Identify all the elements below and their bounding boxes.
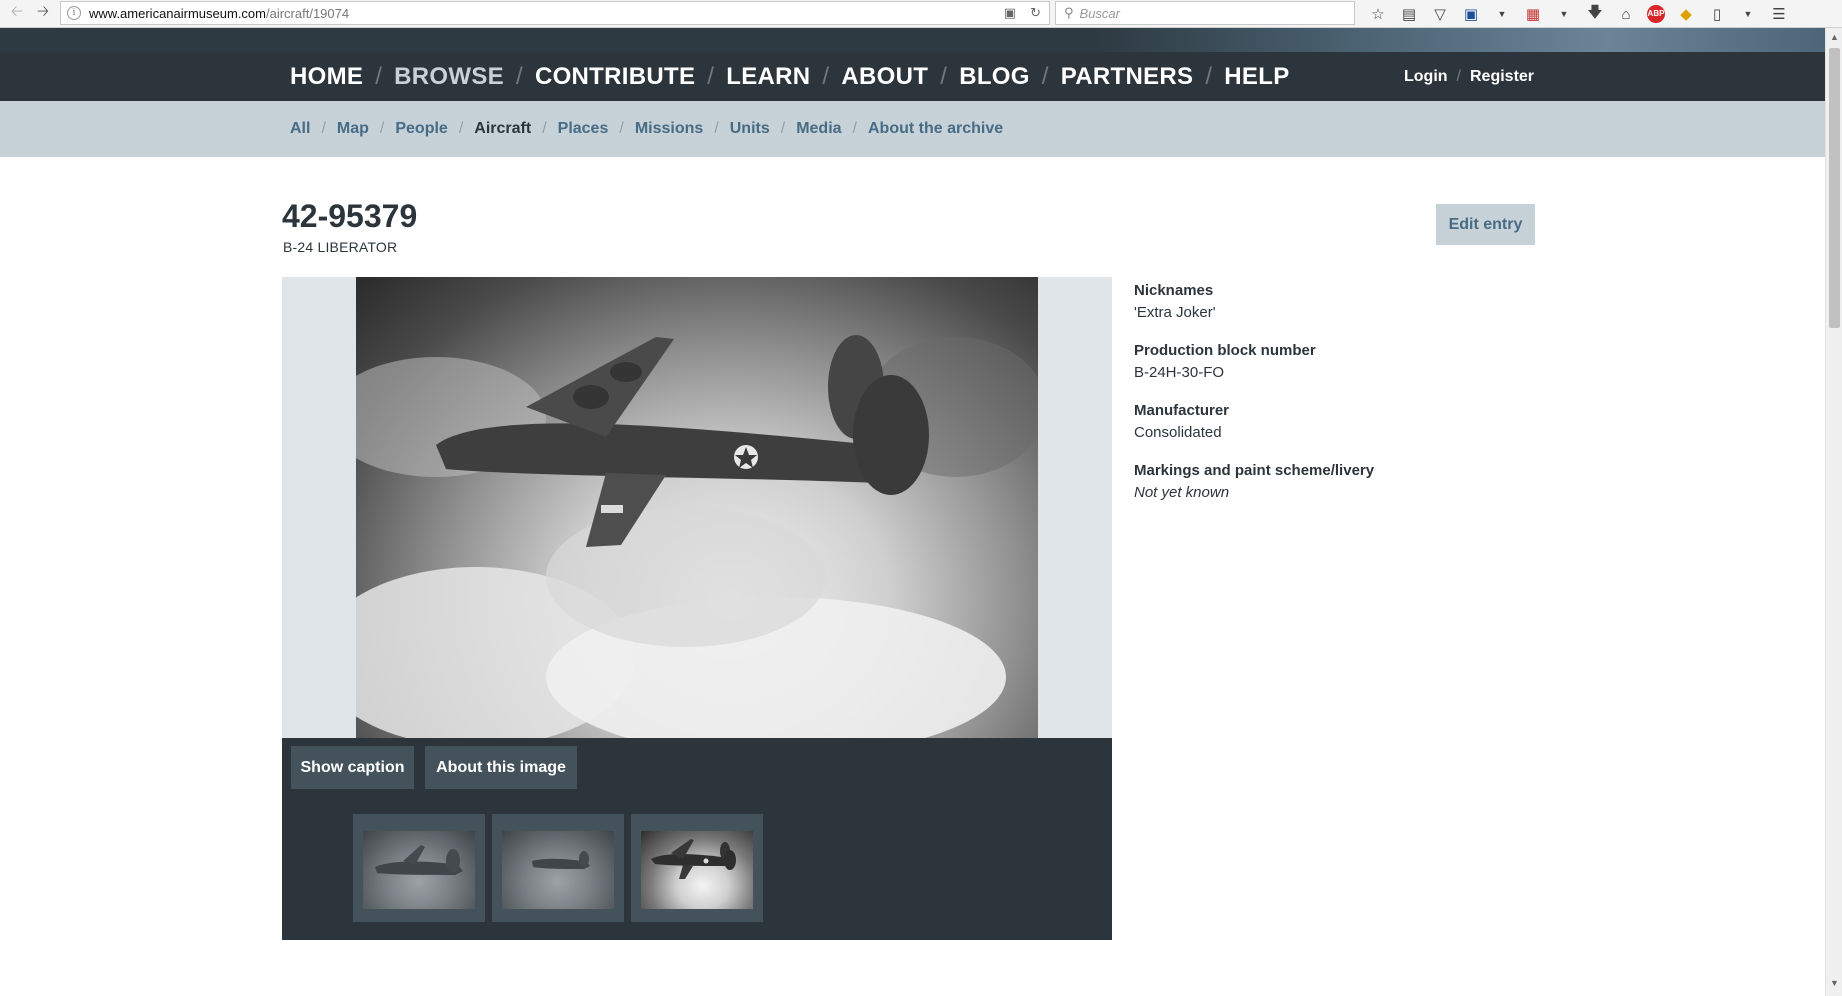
reader-view-icon[interactable]: ▣	[1004, 5, 1016, 21]
nav-home[interactable]: HOME	[290, 63, 363, 91]
forward-arrow-icon[interactable]: 🡢	[32, 3, 54, 25]
browser-toolbar: 🡠 🡢 i www.americanairmuseum.com/aircraft…	[0, 0, 1842, 28]
account-links: Login / Register	[1404, 52, 1534, 101]
home-icon[interactable]: ⌂	[1616, 6, 1636, 23]
dropdown-icon[interactable]: ▼	[1738, 9, 1758, 19]
subnav-separator: /	[780, 120, 786, 137]
nav-browse[interactable]: BROWSE	[394, 63, 504, 91]
download-icon[interactable]: 🡇	[1585, 2, 1605, 27]
detail-value-production-block: B-24H-30-FO	[1134, 364, 1225, 381]
main-menu: HOME / BROWSE / CONTRIBUTE / LEARN / ABO…	[290, 52, 1290, 101]
page-scrollbar[interactable]: ▲ ▼	[1825, 28, 1842, 996]
search-icon: ⚲	[1064, 5, 1074, 20]
reload-icon[interactable]: ↻	[1030, 5, 1041, 21]
nav-separator: /	[1205, 62, 1213, 90]
menu-icon[interactable]: ☰	[1769, 5, 1789, 23]
subnav-separator: /	[321, 120, 326, 137]
nav-about[interactable]: ABOUT	[841, 63, 928, 91]
nav-separator: /	[707, 62, 715, 90]
subnav-all[interactable]: All	[290, 120, 310, 138]
subnav-separator: /	[458, 120, 464, 137]
search-field[interactable]: ⚲ Buscar	[1055, 1, 1355, 25]
edit-entry-button[interactable]: Edit entry	[1436, 204, 1535, 245]
reading-list-icon[interactable]: ▤	[1399, 5, 1419, 23]
page-title: 42-95379	[282, 198, 418, 234]
gallery-thumbnail[interactable]	[353, 814, 485, 922]
detail-value-manufacturer: Consolidated	[1134, 424, 1222, 441]
nav-help[interactable]: HELP	[1224, 63, 1289, 91]
register-link[interactable]: Register	[1470, 68, 1534, 86]
thumbnail-image	[363, 831, 475, 909]
extension-icon[interactable]: ◆	[1676, 5, 1696, 23]
sub-nav-items: All / Map / People / Aircraft / Places /…	[290, 101, 1003, 157]
nav-separator: /	[375, 62, 383, 90]
clipboard-icon[interactable]: ▯	[1707, 5, 1727, 23]
thumbnail-image	[641, 831, 753, 909]
subnav-about-archive[interactable]: About the archive	[868, 120, 1003, 138]
pdf-icon[interactable]: ▦	[1523, 5, 1543, 23]
back-arrow-icon[interactable]: 🡠	[6, 3, 28, 25]
scroll-down-icon[interactable]: ▼	[1830, 978, 1839, 988]
about-image-button[interactable]: About this image	[425, 746, 577, 789]
nav-separator: /	[940, 62, 948, 90]
nav-learn[interactable]: LEARN	[726, 63, 810, 91]
subnav-places[interactable]: Places	[558, 120, 609, 138]
nav-separator: /	[822, 62, 830, 90]
dropdown-icon[interactable]: ▼	[1554, 9, 1574, 19]
aircraft-type: B-24 LIBERATOR	[283, 239, 398, 255]
account-separator: /	[1456, 67, 1461, 85]
subnav-units[interactable]: Units	[730, 120, 770, 138]
dropdown-icon[interactable]: ▼	[1492, 9, 1512, 19]
subnav-aircraft[interactable]: Aircraft	[474, 120, 531, 138]
pocket-icon[interactable]: ▽	[1430, 5, 1450, 23]
detail-label-nicknames: Nicknames	[1134, 282, 1214, 299]
site-banner	[0, 28, 1825, 52]
scrollbar-thumb[interactable]	[1829, 48, 1840, 328]
thumbnail-image	[502, 831, 614, 909]
login-link[interactable]: Login	[1404, 68, 1448, 86]
detail-value-markings: Not yet known	[1134, 484, 1230, 501]
nav-contribute[interactable]: CONTRIBUTE	[535, 63, 695, 91]
subnav-media[interactable]: Media	[796, 120, 841, 138]
aircraft-photo-illustration	[356, 335, 1038, 738]
subnav-people[interactable]: People	[395, 120, 447, 138]
info-icon[interactable]: i	[67, 6, 81, 20]
detail-label-production-block: Production block number	[1134, 342, 1316, 359]
subnav-missions[interactable]: Missions	[635, 120, 703, 138]
url-host: www.americanairmuseum.com	[89, 5, 266, 21]
image-gallery: Show caption About this image	[282, 277, 1112, 940]
gallery-thumbnail-selected[interactable]	[631, 814, 763, 922]
gallery-thumbnail[interactable]	[492, 814, 624, 922]
main-aircraft-photo[interactable]	[356, 277, 1038, 738]
subnav-separator: /	[619, 120, 624, 137]
detail-label-manufacturer: Manufacturer	[1134, 402, 1230, 419]
show-caption-button[interactable]: Show caption	[291, 746, 414, 789]
scroll-up-icon[interactable]: ▲	[1830, 32, 1839, 42]
subnav-separator: /	[379, 120, 385, 137]
nav-blog[interactable]: BLOG	[959, 63, 1030, 91]
sub-nav: All / Map / People / Aircraft / Places /…	[0, 101, 1825, 157]
aircraft-details: Nicknames 'Extra Joker' Production block…	[1134, 280, 1534, 520]
nav-separator: /	[515, 62, 523, 90]
url-bar[interactable]: i www.americanairmuseum.com/aircraft/190…	[60, 1, 1050, 25]
nav-separator: /	[1041, 62, 1049, 90]
subnav-separator: /	[542, 120, 547, 137]
url-path: /aircraft/19074	[266, 5, 350, 21]
adblock-icon[interactable]: ABP	[1647, 5, 1665, 23]
search-placeholder: Buscar	[1079, 5, 1120, 21]
subnav-map[interactable]: Map	[337, 120, 369, 138]
gallery-controls: Show caption About this image	[282, 738, 1112, 940]
browser-toolbar-icons: ☆ ▤ ▽ ▣ ▼ ▦ ▼ 🡇 ⌂ ABP ◆ ▯ ▼ ☰	[1368, 2, 1789, 26]
subnav-separator: /	[852, 120, 857, 137]
subnav-separator: /	[714, 120, 719, 137]
save-icon[interactable]: ▣	[1461, 5, 1481, 23]
bookmark-star-icon[interactable]: ☆	[1368, 5, 1388, 23]
detail-value-nicknames: 'Extra Joker'	[1134, 304, 1216, 321]
nav-partners[interactable]: PARTNERS	[1061, 63, 1194, 91]
detail-label-markings: Markings and paint scheme/livery	[1134, 462, 1375, 479]
main-nav: HOME / BROWSE / CONTRIBUTE / LEARN / ABO…	[0, 52, 1825, 101]
url-text[interactable]: www.americanairmuseum.com/aircraft/19074	[89, 6, 349, 21]
